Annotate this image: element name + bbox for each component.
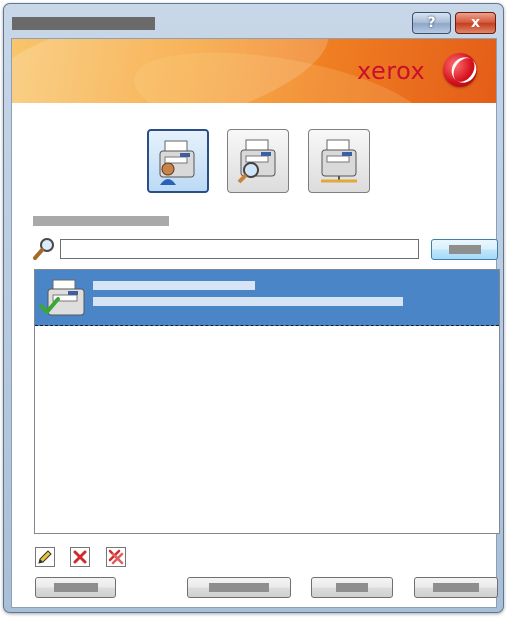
- search-button[interactable]: [431, 239, 498, 260]
- search-icon: [33, 238, 54, 260]
- brand-logo-text: xerox: [357, 57, 426, 85]
- search-button-label: [448, 245, 481, 254]
- footer-button-2-label: [209, 583, 269, 592]
- close-icon: x: [470, 15, 481, 31]
- setup-window: ? x xerox: [3, 3, 504, 613]
- list-item[interactable]: [35, 270, 499, 326]
- mode-button-search-printers[interactable]: [227, 129, 289, 193]
- delete-all-icon[interactable]: [106, 547, 126, 567]
- printer-network-icon: [321, 139, 357, 183]
- mode-button-user-printers[interactable]: [147, 129, 209, 193]
- printer-list[interactable]: [34, 269, 500, 534]
- footer-left-button-label: [53, 583, 98, 592]
- title-bar[interactable]: ? x: [4, 4, 503, 38]
- footer-button-3[interactable]: [311, 577, 393, 598]
- printer-user-icon: [159, 140, 195, 185]
- window-title: [12, 17, 155, 30]
- footer-left-button[interactable]: [35, 577, 116, 598]
- brand-banner: xerox: [12, 39, 496, 103]
- close-button[interactable]: x: [455, 12, 496, 34]
- help-button[interactable]: ?: [412, 12, 451, 34]
- footer-button-2[interactable]: [187, 577, 291, 598]
- pencil-icon[interactable]: [35, 547, 55, 567]
- printer-detail: [93, 297, 403, 306]
- delete-icon[interactable]: [70, 547, 90, 567]
- printer-check-icon: [39, 279, 85, 316]
- printer-search-icon: [237, 139, 276, 184]
- printer-name: [93, 281, 255, 290]
- footer-button-4[interactable]: [414, 577, 498, 598]
- footer-button-4-label: [433, 583, 479, 592]
- xerox-logo-icon: [443, 53, 477, 87]
- help-icon: ?: [427, 15, 436, 31]
- mode-button-network-printers[interactable]: [308, 129, 370, 193]
- section-label: [33, 216, 169, 226]
- footer-button-3-label: [336, 583, 368, 592]
- search-input[interactable]: [60, 239, 419, 259]
- client-area: xerox: [11, 38, 500, 608]
